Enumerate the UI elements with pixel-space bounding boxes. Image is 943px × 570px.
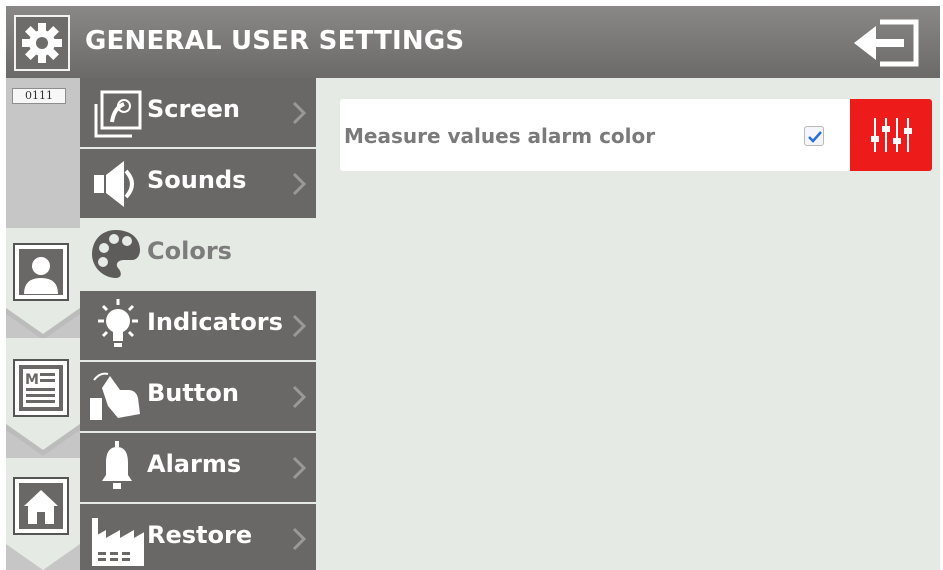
title-bar: GENERAL USER SETTINGS xyxy=(6,6,940,78)
menu-item-label: Restore xyxy=(147,521,253,549)
setting-row-alarm-color: Measure values alarm color xyxy=(340,99,932,171)
chevron-right-icon xyxy=(292,456,307,480)
menu-item-alarms[interactable]: Alarms xyxy=(80,433,316,502)
menu-item-indicators[interactable]: Indicators xyxy=(80,291,316,360)
menu-item-colors[interactable]: Colors xyxy=(80,220,316,289)
sliders-icon xyxy=(871,118,912,152)
settings-menu: Screen Sounds Colors Indicators Button A… xyxy=(80,78,316,570)
user-button[interactable] xyxy=(6,228,80,348)
page-title: GENERAL USER SETTINGS xyxy=(85,26,465,56)
svg-text:M: M xyxy=(25,372,39,388)
hand-pointer-icon xyxy=(90,372,140,420)
bell-icon xyxy=(102,441,132,489)
chevron-right-icon xyxy=(292,385,307,409)
menu-item-sounds[interactable]: Sounds xyxy=(80,149,316,218)
menu-list-icon: M xyxy=(19,365,63,411)
exit-button[interactable] xyxy=(850,18,920,68)
palette-icon xyxy=(92,230,140,278)
menu-item-label: Alarms xyxy=(147,450,242,478)
chevron-right-icon xyxy=(292,172,307,196)
home-button[interactable] xyxy=(6,458,80,570)
menu-list-button[interactable]: M xyxy=(6,338,80,458)
menu-item-label: Button xyxy=(147,379,239,407)
color-picker-button[interactable] xyxy=(850,99,932,171)
menu-item-screen[interactable]: Screen xyxy=(80,78,316,147)
app-window: GENERAL USER SETTINGS 0111 M Screen Soun… xyxy=(6,6,940,570)
left-rail: 0111 M xyxy=(6,78,80,570)
factory-icon xyxy=(92,518,144,566)
user-icon xyxy=(19,249,63,295)
gear-icon xyxy=(14,15,70,71)
menu-item-label: Sounds xyxy=(147,166,247,194)
menu-item-button[interactable]: Button xyxy=(80,362,316,431)
chevron-right-icon xyxy=(292,527,307,551)
speaker-icon xyxy=(94,161,134,207)
setting-label: Measure values alarm color xyxy=(344,124,656,148)
menu-item-label: Screen xyxy=(147,95,240,123)
exit-icon xyxy=(854,19,919,67)
alarm-color-checkbox[interactable] xyxy=(804,126,824,146)
checkmark-icon xyxy=(808,131,822,143)
chevron-right-icon xyxy=(292,101,307,125)
bulb-icon xyxy=(98,299,138,347)
home-icon xyxy=(19,483,63,529)
menu-item-label: Colors xyxy=(147,237,232,265)
screen-icon xyxy=(94,90,142,138)
chevron-right-icon xyxy=(292,314,307,338)
menu-item-restore[interactable]: Restore xyxy=(80,504,316,570)
menu-item-label: Indicators xyxy=(147,308,283,336)
device-code: 0111 xyxy=(12,88,66,104)
